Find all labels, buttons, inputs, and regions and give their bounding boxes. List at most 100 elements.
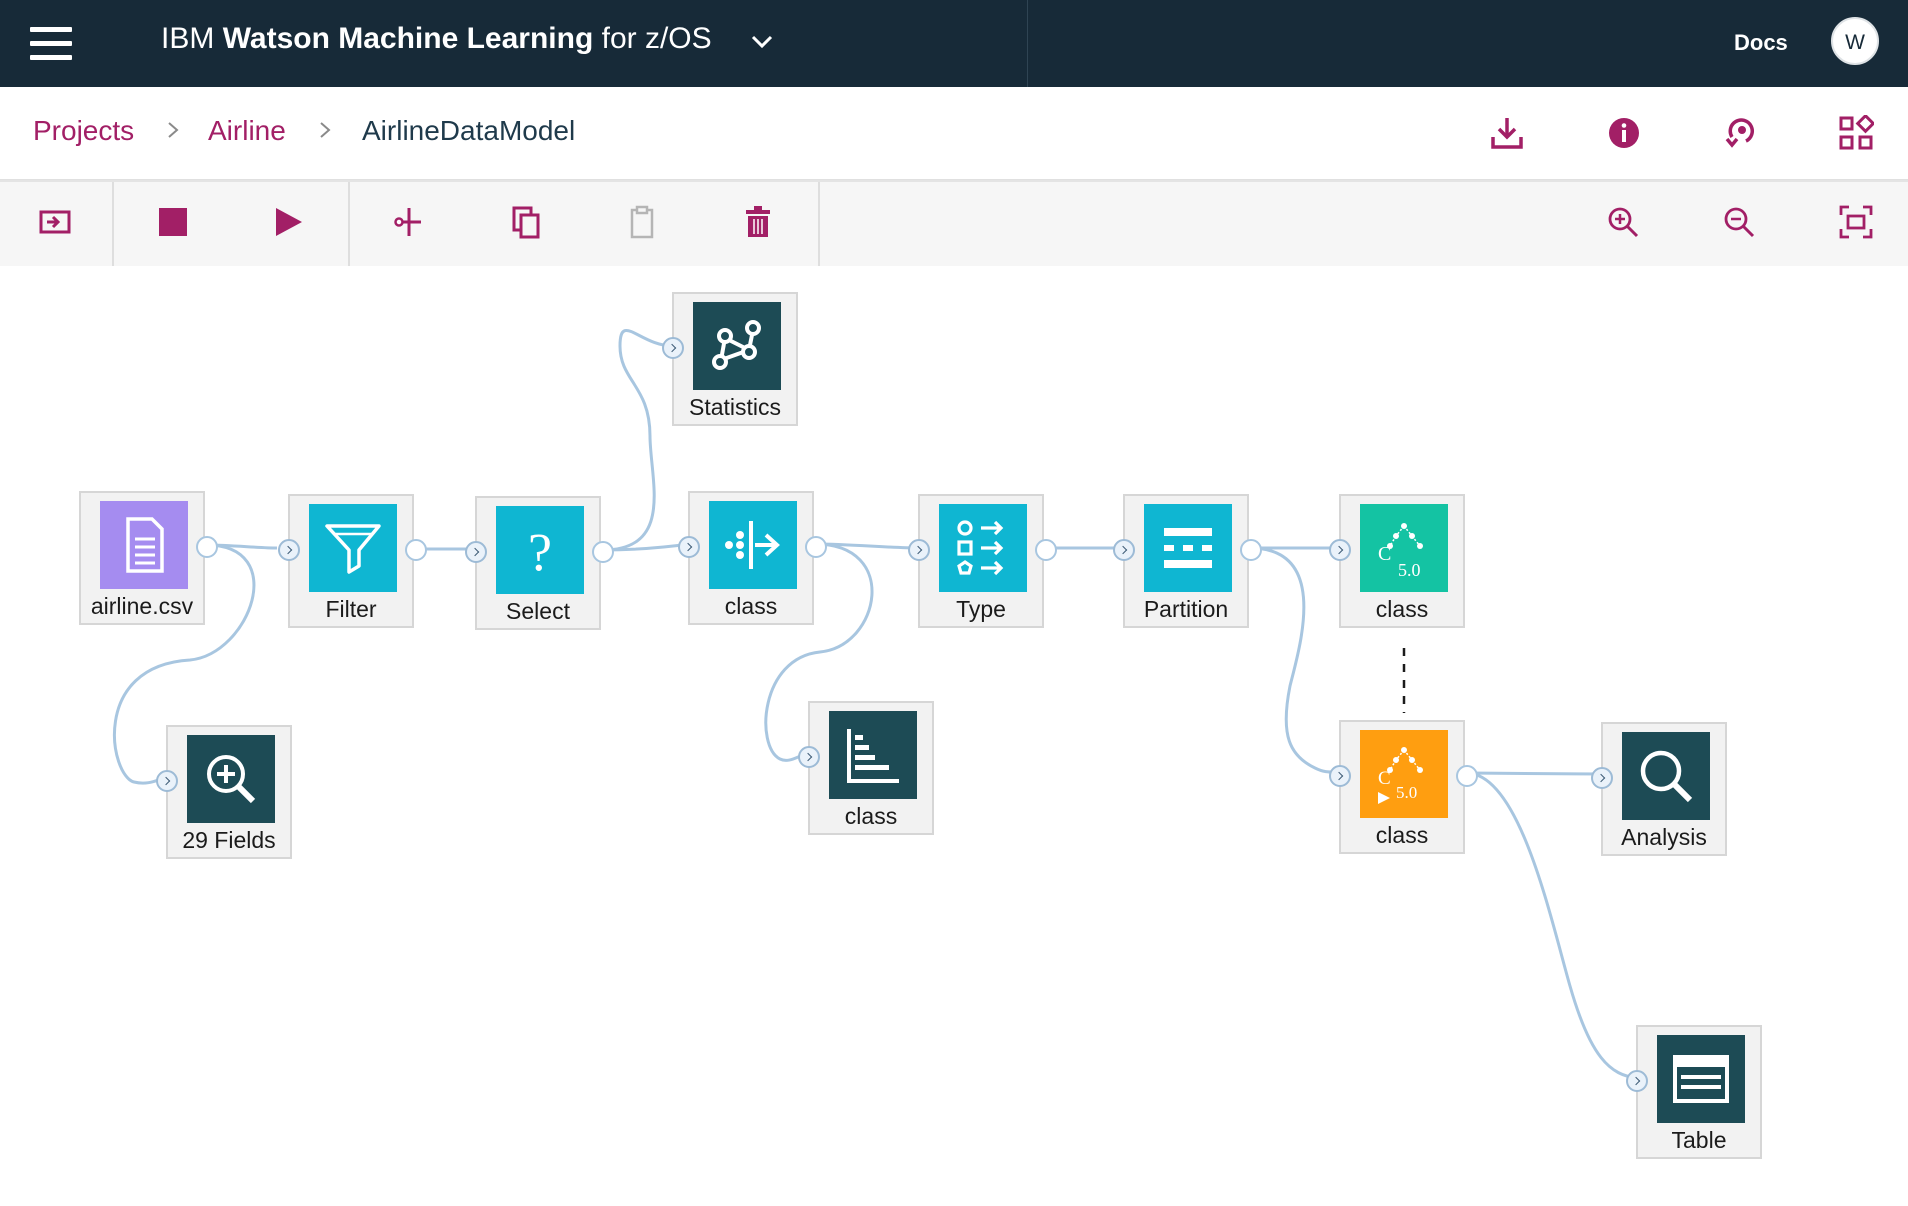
node-type[interactable]: Type xyxy=(908,494,1057,628)
paste-icon[interactable] xyxy=(624,204,660,240)
node-label: class xyxy=(1375,596,1429,622)
product-suffix: for z/OS xyxy=(601,22,712,55)
output-port[interactable] xyxy=(405,539,427,561)
input-port[interactable] xyxy=(662,337,684,359)
chevron-right-icon xyxy=(320,122,331,138)
node-airline-csv[interactable]: airline.csv xyxy=(79,491,218,625)
zoom-icon xyxy=(187,735,275,823)
open-palette-icon[interactable] xyxy=(37,204,73,240)
product-name: Watson Machine Learning xyxy=(222,22,594,55)
output-port[interactable] xyxy=(805,536,827,558)
input-port[interactable] xyxy=(278,539,300,561)
deploy-icon[interactable] xyxy=(1722,115,1758,151)
flow-canvas[interactable]: airline.csv Filter ? Select Statistics c… xyxy=(0,266,1908,1206)
input-port[interactable] xyxy=(908,539,930,561)
node-label: class xyxy=(1375,822,1429,848)
copy-icon[interactable] xyxy=(508,204,544,240)
node-label: airline.csv xyxy=(90,593,194,619)
node-c50-model[interactable]: C 5.0 class xyxy=(1329,494,1465,628)
node-label: Analysis xyxy=(1621,824,1707,850)
model-version: 5.0 xyxy=(1396,783,1417,802)
input-port[interactable] xyxy=(1591,767,1613,789)
user-avatar[interactable]: W xyxy=(1831,17,1879,65)
output-port[interactable] xyxy=(592,541,614,563)
distribution-icon xyxy=(709,501,797,589)
bar-chart-icon xyxy=(829,711,917,799)
chevron-down-icon[interactable] xyxy=(748,28,776,56)
output-port[interactable] xyxy=(1035,539,1057,561)
model-letter: C xyxy=(1378,768,1391,789)
fit-to-screen-icon[interactable] xyxy=(1838,204,1874,240)
node-29-fields[interactable]: 29 Fields xyxy=(156,725,292,859)
node-filter[interactable]: Filter xyxy=(278,494,427,628)
node-label: 29 Fields xyxy=(182,827,276,853)
link-nugget-analysis xyxy=(1467,771,1604,776)
breadcrumb-airline[interactable]: Airline xyxy=(208,115,286,147)
breadcrumb-current: AirlineDataModel xyxy=(362,115,576,146)
link-partition-nugget xyxy=(1249,546,1341,774)
c50-model-icon: C 5.0 xyxy=(1360,504,1448,592)
node-label: Table xyxy=(1671,1127,1727,1153)
output-port[interactable] xyxy=(196,536,218,558)
toolbar-divider xyxy=(348,182,350,266)
magnifier-icon xyxy=(1622,732,1710,820)
node-partition[interactable]: Partition xyxy=(1113,494,1262,628)
node-label: Statistics xyxy=(688,394,782,420)
node-label: class xyxy=(844,803,898,829)
document-icon xyxy=(100,501,188,589)
type-icon xyxy=(939,504,1027,592)
cut-icon[interactable] xyxy=(391,204,427,240)
info-icon[interactable] xyxy=(1606,115,1642,151)
download-icon[interactable] xyxy=(1489,115,1525,151)
toolbar-divider xyxy=(818,182,820,266)
input-port[interactable] xyxy=(1626,1070,1648,1092)
node-class-chart[interactable]: class xyxy=(798,701,934,835)
brand-prefix: IBM xyxy=(161,22,215,55)
hamburger-menu-icon[interactable] xyxy=(30,27,72,61)
top-header: IBM Watson Machine Learning for z/OS Doc… xyxy=(0,0,1908,87)
output-port[interactable] xyxy=(1240,539,1262,561)
breadcrumb: Projects Airline AirlineDataModel xyxy=(0,87,1908,180)
model-letter: C xyxy=(1378,543,1391,565)
table-icon xyxy=(1657,1035,1745,1123)
input-port[interactable] xyxy=(1113,539,1135,561)
stop-icon[interactable] xyxy=(155,204,191,240)
node-table[interactable]: Table xyxy=(1626,1025,1762,1159)
c50-nugget-icon: C 5.0 xyxy=(1360,730,1448,818)
node-label: Type xyxy=(956,596,1006,622)
node-label: Select xyxy=(506,598,570,624)
question-icon: ? xyxy=(496,506,584,594)
link-select-statistics xyxy=(602,329,674,552)
docs-link[interactable]: Docs xyxy=(1734,30,1788,56)
node-analysis[interactable]: Analysis xyxy=(1591,722,1727,856)
run-icon[interactable] xyxy=(270,204,306,240)
graph-icon xyxy=(693,302,781,390)
node-c50-nugget[interactable]: C 5.0 class xyxy=(1329,720,1478,854)
input-port[interactable] xyxy=(678,536,700,558)
input-port[interactable] xyxy=(1329,539,1351,561)
node-class-distribution[interactable]: class xyxy=(678,491,827,625)
input-port[interactable] xyxy=(798,746,820,768)
toolbar-divider xyxy=(112,182,114,266)
filter-icon xyxy=(309,504,397,592)
node-statistics[interactable]: Statistics xyxy=(662,292,798,426)
delete-icon[interactable] xyxy=(740,204,776,240)
node-select[interactable]: ? Select xyxy=(465,496,614,630)
node-label: Partition xyxy=(1143,596,1229,622)
node-label: Filter xyxy=(325,596,377,622)
header-divider xyxy=(1027,0,1028,87)
output-port[interactable] xyxy=(1456,765,1478,787)
model-version: 5.0 xyxy=(1398,560,1421,580)
zoom-out-icon[interactable] xyxy=(1721,204,1757,240)
chevron-right-icon xyxy=(168,122,179,138)
node-label: class xyxy=(724,593,778,619)
apps-grid-icon[interactable] xyxy=(1838,115,1874,151)
input-port[interactable] xyxy=(465,541,487,563)
input-port[interactable] xyxy=(156,770,178,792)
partition-icon xyxy=(1144,504,1232,592)
svg-text:?: ? xyxy=(528,522,552,582)
zoom-in-icon[interactable] xyxy=(1605,204,1641,240)
canvas-toolbar xyxy=(0,180,1908,268)
breadcrumb-projects[interactable]: Projects xyxy=(33,115,134,147)
input-port[interactable] xyxy=(1329,765,1351,787)
